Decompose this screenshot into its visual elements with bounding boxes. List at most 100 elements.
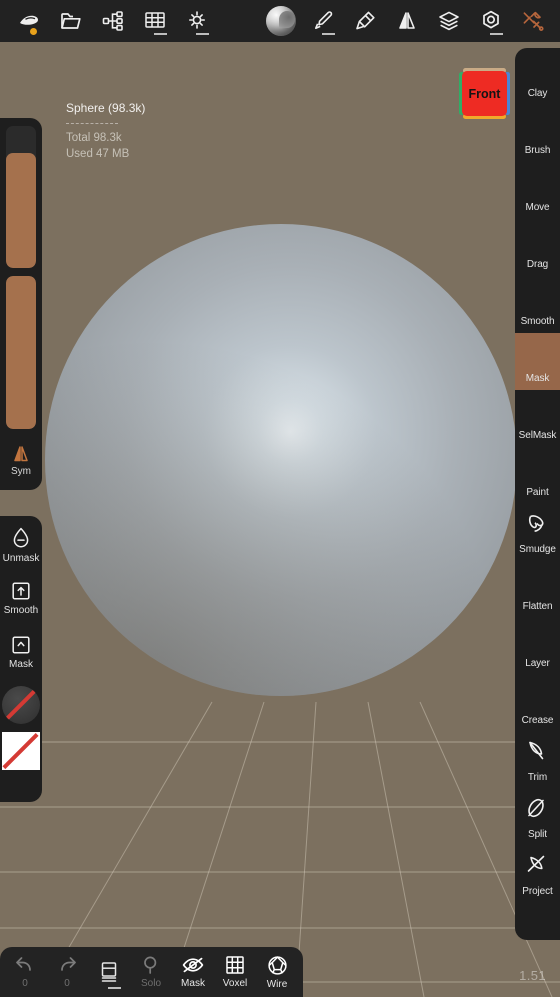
tool-crease[interactable]: Crease — [515, 675, 560, 732]
scene-menu-button[interactable] — [8, 0, 50, 42]
tool-crease-label: Crease — [521, 715, 554, 726]
symmetry-label: Sym — [11, 466, 31, 478]
material-ball-icon — [266, 6, 296, 36]
wireframe-toggle[interactable]: Wire — [256, 947, 298, 997]
square-slash-icon — [2, 732, 40, 770]
tool-selmask[interactable]: SelMask — [515, 390, 560, 447]
mask-visibility-toggle[interactable]: Mask — [172, 947, 214, 997]
texture-swatch-none[interactable] — [2, 732, 40, 770]
topology-dash-badge — [154, 33, 167, 35]
unmask-label: Unmask — [2, 553, 40, 564]
paint-ball-icon — [521, 451, 555, 485]
tool-move-label: Move — [525, 202, 550, 213]
tools-button[interactable] — [512, 0, 554, 42]
files-button[interactable] — [50, 0, 92, 42]
undo-button[interactable]: 0 — [4, 947, 46, 997]
material-button[interactable] — [260, 0, 302, 42]
tool-project[interactable]: Project — [515, 846, 560, 903]
mask-label-left: Mask — [9, 659, 33, 670]
symmetry-button[interactable] — [386, 0, 428, 42]
symmetry-toggle[interactable]: Sym — [1, 439, 41, 484]
solo-toggle[interactable]: Solo — [130, 947, 172, 997]
smooth-ball-icon — [521, 280, 555, 314]
viewport-3d[interactable]: Sphere (98.3k) Total 98.3k Used 47 MB Fr… — [0, 42, 560, 997]
brush-ball-icon — [521, 109, 555, 143]
intensity-slider-fill — [6, 275, 36, 429]
tool-drag[interactable]: Drag — [515, 219, 560, 276]
stroke-button[interactable] — [302, 0, 344, 42]
sculpt-sphere-mesh[interactable] — [45, 224, 517, 696]
alpha-swatch-none[interactable] — [2, 686, 40, 724]
settings-button[interactable] — [470, 0, 512, 42]
radius-slider-fill — [6, 152, 36, 268]
layers-button-top[interactable] — [428, 0, 470, 42]
voxel-toggle[interactable]: Voxel — [214, 947, 256, 997]
tool-clay[interactable]: Clay — [515, 48, 560, 105]
paint-fill-button[interactable] — [344, 0, 386, 42]
stroke-dash-badge — [322, 33, 335, 35]
scene-menu-dot-badge — [30, 28, 37, 35]
mask-visibility-label: Mask — [181, 978, 205, 989]
tool-split[interactable]: Split — [515, 789, 560, 846]
cut-ball-icon — [521, 907, 555, 940]
topology-button[interactable] — [134, 0, 176, 42]
tool-layer-label: Layer — [525, 658, 550, 669]
split-icon — [521, 793, 555, 827]
intensity-slider[interactable] — [6, 275, 36, 429]
selmask-ball-icon — [521, 394, 555, 428]
tool-trim-label: Trim — [527, 772, 548, 783]
move-ball-icon — [521, 166, 555, 200]
tool-cut[interactable] — [515, 903, 560, 940]
fps-counter: 1.51 — [519, 968, 546, 983]
tool-project-label: Project — [522, 886, 553, 897]
sculpt-tool-rail: Clay Brush Move Drag Smooth Mask SelMask — [515, 48, 560, 940]
tool-brush[interactable]: Brush — [515, 105, 560, 162]
layers-dash-badge — [108, 987, 121, 989]
project-icon — [521, 850, 555, 884]
brush-settings-panel: Sym — [0, 118, 42, 490]
lighting-button[interactable] — [176, 0, 218, 42]
tool-smooth-label: Smooth — [520, 316, 555, 327]
smudge-icon — [521, 508, 555, 542]
drag-ball-icon — [521, 223, 555, 257]
tool-mask[interactable]: Mask — [515, 333, 560, 390]
app-root: Sphere (98.3k) Total 98.3k Used 47 MB Fr… — [0, 0, 560, 997]
layers-button-bottom[interactable] — [88, 947, 130, 997]
tool-brush-label: Brush — [524, 145, 551, 156]
flatten-ball-icon — [521, 565, 555, 599]
tool-split-label: Split — [528, 829, 547, 840]
scene-graph-button[interactable] — [92, 0, 134, 42]
view-orientation-cube[interactable]: Front — [459, 68, 510, 119]
redo-button[interactable]: 0 — [46, 947, 88, 997]
tool-trim[interactable]: Trim — [515, 732, 560, 789]
lighting-dash-badge — [196, 33, 209, 35]
tool-smooth[interactable]: Smooth — [515, 276, 560, 333]
tool-layer[interactable]: Layer — [515, 618, 560, 675]
top-toolbar — [0, 0, 560, 42]
solo-label: Solo — [140, 978, 161, 989]
tool-mask-label: Mask — [525, 373, 550, 384]
top-toolbar-right-group — [260, 0, 560, 42]
tool-drag-label: Drag — [526, 259, 549, 270]
tool-paint[interactable]: Paint — [515, 447, 560, 504]
trim-icon — [521, 736, 555, 770]
tool-clay-label: Clay — [527, 88, 548, 99]
viewcube-face-label[interactable]: Front — [462, 71, 507, 116]
radius-slider[interactable] — [6, 126, 36, 268]
settings-dash-badge — [490, 33, 503, 35]
tool-selmask-label: SelMask — [518, 430, 557, 441]
mask-actions-panel: Unmask Smooth Mask — [0, 516, 42, 802]
mask-ball-icon — [521, 337, 555, 371]
tool-smudge-label: Smudge — [519, 544, 556, 555]
circle-slash-icon — [2, 686, 40, 724]
unmask-button[interactable]: Unmask — [0, 522, 42, 576]
top-toolbar-left-group — [0, 0, 218, 42]
tool-paint-label: Paint — [526, 487, 549, 498]
smooth-mask-button[interactable]: Smooth — [0, 576, 42, 630]
layer-ball-icon — [521, 622, 555, 656]
tool-move[interactable]: Move — [515, 162, 560, 219]
tool-flatten[interactable]: Flatten — [515, 561, 560, 618]
wireframe-label: Wire — [266, 978, 288, 990]
tool-smudge[interactable]: Smudge — [515, 504, 560, 561]
mask-button-left[interactable]: Mask — [0, 630, 42, 684]
